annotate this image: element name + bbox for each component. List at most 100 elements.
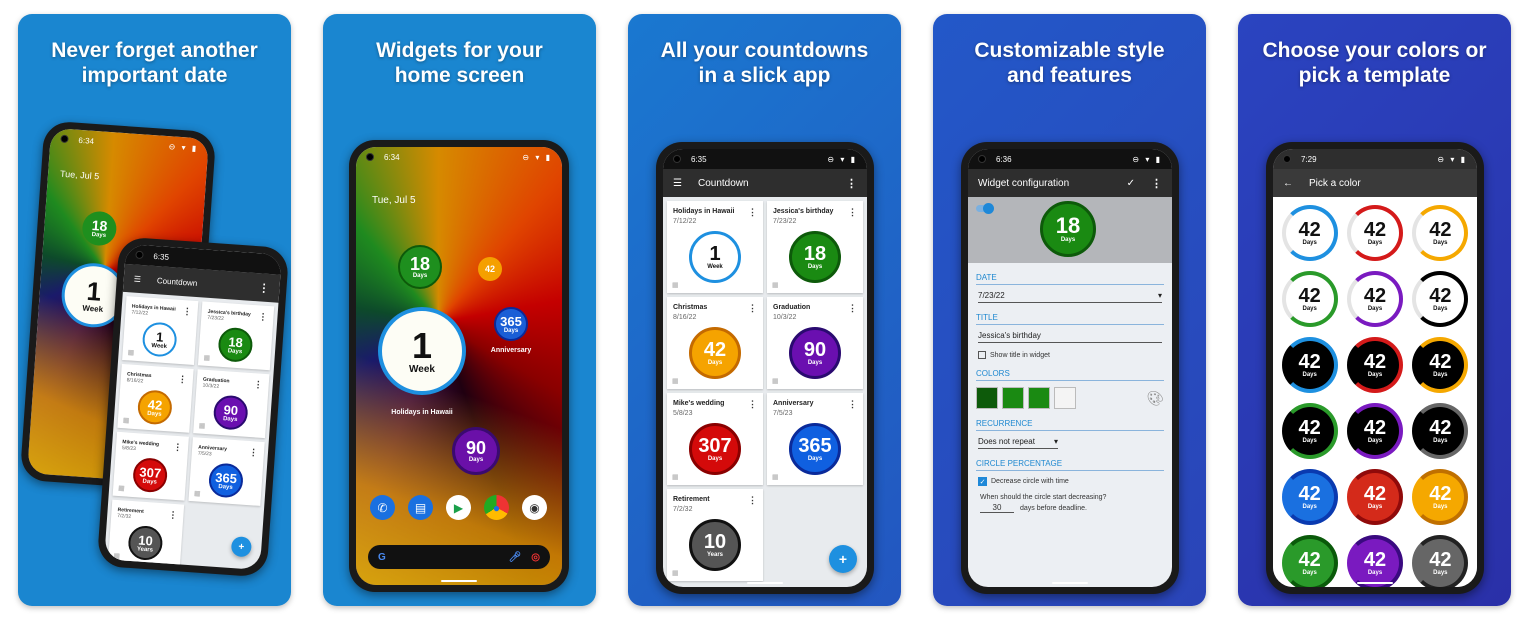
card-more-icon[interactable]: ⋮ [249, 447, 259, 459]
screen-title: Widget configuration [978, 177, 1070, 189]
camera-icon[interactable]: ◉ [522, 495, 547, 520]
countdown-card[interactable]: Anniversary 7/5/23 ⋮ ▦ 365 Days [767, 393, 863, 485]
color-swatch[interactable] [1028, 387, 1050, 409]
widget-grid-icon[interactable]: ▦ [772, 281, 779, 289]
widget-grid-icon[interactable]: ▦ [772, 473, 779, 481]
title-input[interactable]: Jessica's birthday [978, 331, 1162, 343]
mic-icon[interactable]: 🎤︎ [509, 552, 522, 563]
color-template-option[interactable]: 42 Days [1346, 337, 1403, 393]
color-template-option[interactable]: 42 Days [1346, 535, 1403, 587]
recurrence-dropdown[interactable]: Does not repeat ▾ [978, 437, 1058, 449]
card-more-icon[interactable]: ⋮ [848, 207, 857, 218]
widget-grid-icon[interactable]: ▦ [127, 348, 134, 356]
date-field[interactable]: 7/23/22 ▾ [978, 291, 1162, 303]
back-icon[interactable]: ← [1283, 178, 1293, 189]
menu-icon[interactable]: ☰ [134, 274, 142, 283]
card-more-icon[interactable]: ⋮ [253, 379, 263, 391]
play-store-icon[interactable]: ▶ [446, 495, 471, 520]
color-template-option[interactable]: 42 Days [1412, 535, 1469, 587]
decrease-checkbox[interactable]: ✓ Decrease circle with time [978, 477, 1162, 486]
color-template-option[interactable]: 42 Days [1281, 403, 1338, 459]
chrome-icon[interactable]: ● [484, 495, 509, 520]
card-date: 7/5/23 [773, 410, 793, 417]
card-more-icon[interactable]: ⋮ [748, 207, 757, 218]
color-swatch[interactable] [1002, 387, 1024, 409]
color-swatch[interactable] [976, 387, 998, 409]
widget-grid-icon[interactable]: ▦ [194, 489, 201, 497]
widget-90-days[interactable]: 90 Days [452, 427, 500, 475]
color-template-option[interactable]: 42 Days [1346, 403, 1403, 459]
color-template-option[interactable]: 42 Days [1412, 337, 1469, 393]
card-more-icon[interactable]: ⋮ [848, 399, 857, 410]
card-more-icon[interactable]: ⋮ [178, 374, 188, 386]
color-template-option[interactable]: 42 Days [1412, 205, 1469, 261]
more-icon[interactable]: ⋮ [846, 177, 857, 190]
colors-section-label: COLORS [976, 369, 1164, 381]
color-template-option[interactable]: 42 Days [1412, 271, 1469, 327]
color-template-option[interactable]: 42 Days [1281, 535, 1338, 587]
days-input[interactable]: 30 [980, 503, 1014, 513]
countdown-card[interactable]: Retirement 7/2/32 ⋮ ▦ 10 Years [667, 489, 763, 581]
card-more-icon[interactable]: ⋮ [258, 311, 268, 323]
widget-grid-icon[interactable]: ▦ [672, 377, 679, 385]
widget-grid-icon[interactable]: ▦ [198, 421, 205, 429]
card-more-icon[interactable]: ⋮ [168, 510, 178, 522]
color-template-option[interactable]: 42 Days [1281, 271, 1338, 327]
countdown-card[interactable]: Anniversary 7/5/23 ⋮ ▦ 365 Days [188, 437, 265, 506]
countdown-card[interactable]: Jessica's birthday 7/23/22 ⋮ ▦ 18 Days [767, 201, 863, 293]
widget-1-week[interactable]: 1 Week [378, 307, 466, 395]
lens-icon[interactable]: ◎ [531, 552, 540, 563]
countdown-card[interactable]: Mike's wedding 5/8/23 ⋮ ▦ 307 Days [667, 393, 763, 485]
add-fab[interactable]: + [829, 545, 857, 573]
countdown-card[interactable]: Christmas 8/16/22 ⋮ ▦ 42 Days [117, 363, 194, 433]
widget-grid-icon[interactable]: ▦ [118, 484, 125, 492]
check-icon[interactable]: ✓ [1127, 178, 1135, 189]
card-more-icon[interactable]: ⋮ [748, 495, 757, 506]
color-template-option[interactable]: 42 Days [1281, 469, 1338, 525]
card-more-icon[interactable]: ⋮ [748, 303, 757, 314]
color-template-option[interactable]: 42 Days [1281, 205, 1338, 261]
menu-icon[interactable]: ☰ [673, 178, 682, 189]
widget-grid-icon[interactable]: ▦ [113, 552, 120, 560]
countdown-card[interactable]: Graduation 10/3/22 ⋮ ▦ 90 Days [767, 297, 863, 389]
card-more-icon[interactable]: ⋮ [182, 306, 192, 318]
color-template-option[interactable]: 42 Days [1281, 337, 1338, 393]
countdown-card[interactable]: Christmas 8/16/22 ⋮ ▦ 42 Days [667, 297, 763, 389]
card-more-icon[interactable]: ⋮ [848, 303, 857, 314]
messages-icon[interactable]: ▤ [408, 495, 433, 520]
countdown-card[interactable]: Holidays in Hawaii 7/12/22 ⋮ ▦ 1 Week [122, 296, 199, 365]
card-title: Christmas [673, 304, 708, 311]
countdown-card[interactable]: Jessica's birthday 7/23/22 ⋮ ▦ 18 Days [197, 301, 275, 371]
countdown-card[interactable]: Graduation 10/3/22 ⋮ ▦ 90 Days [193, 369, 270, 439]
widget-grid-icon[interactable]: ▦ [123, 416, 130, 424]
card-more-icon[interactable]: ⋮ [173, 442, 183, 454]
color-swatch[interactable] [1054, 387, 1076, 409]
countdown-card[interactable]: Retirement 7/2/32 ⋮ ▦ 10 Years [107, 499, 185, 569]
more-icon[interactable]: ⋮ [258, 281, 270, 295]
widget-grid-icon[interactable]: ▦ [672, 569, 679, 577]
countdown-card[interactable]: Mike's wedding 5/8/23 ⋮ ▦ 307 Days [112, 431, 189, 501]
card-date: 7/23/22 [207, 314, 225, 322]
home-screen: 6:34 ⊖ ▾ ▮ Tue, Jul 5 18 Days 42 1 Week Hol… [356, 147, 562, 585]
color-template-option[interactable]: 42 Days [1412, 469, 1469, 525]
toggle-switch[interactable] [976, 203, 994, 214]
widget-grid-icon[interactable]: ▦ [672, 281, 679, 289]
color-template-option[interactable]: 42 Days [1346, 271, 1403, 327]
show-title-checkbox[interactable]: Show title in widget [978, 351, 1162, 359]
widget-365-days[interactable]: 365 Days [494, 307, 528, 341]
color-template-option[interactable]: 42 Days [1346, 205, 1403, 261]
widget-grid-icon[interactable]: ▦ [772, 377, 779, 385]
card-more-icon[interactable]: ⋮ [748, 399, 757, 410]
palette-icon[interactable]: 🎨︎ [1146, 390, 1164, 407]
more-icon[interactable]: ⋮ [1151, 177, 1162, 190]
app-bar: Widget configuration ✓ ⋮ [968, 169, 1172, 197]
phone-icon[interactable]: ✆ [370, 495, 395, 520]
widget-grid-icon[interactable]: ▦ [203, 354, 210, 362]
widget-42-days[interactable]: 42 [478, 257, 502, 281]
color-template-option[interactable]: 42 Days [1412, 403, 1469, 459]
color-template-option[interactable]: 42 Days [1346, 469, 1403, 525]
widget-grid-icon[interactable]: ▦ [672, 473, 679, 481]
search-bar[interactable]: G 🎤︎ ◎ [368, 545, 550, 569]
countdown-card[interactable]: Holidays in Hawaii 7/12/22 ⋮ ▦ 1 Week [667, 201, 763, 293]
widget-18-days[interactable]: 18 Days [398, 245, 442, 289]
